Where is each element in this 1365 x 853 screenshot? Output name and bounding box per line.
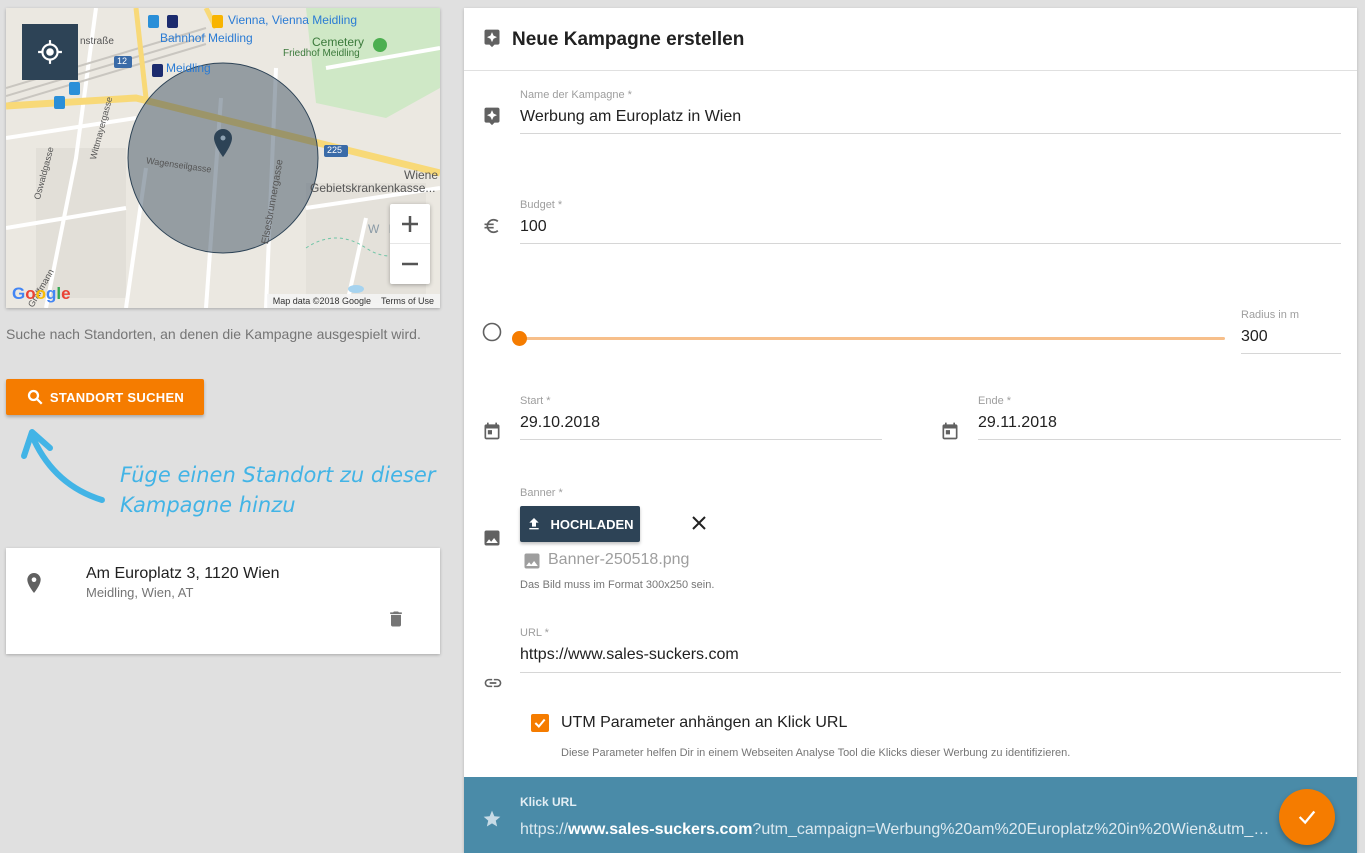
banner-hint: Das Bild muss im Format 300x250 sein. — [520, 579, 715, 591]
banner-file-name: Banner-250518.png — [548, 551, 690, 568]
campaign-name-label: Name der Kampagne * — [520, 89, 632, 101]
utm-checkbox[interactable] — [531, 714, 549, 732]
panel-header: Neue Kampagne erstellen — [464, 8, 1357, 71]
map-data-text: Map data ©2018 Google — [272, 296, 371, 306]
klick-url-value: https://www.sales-suckers.com?utm_campai… — [520, 821, 1275, 839]
google-logo: Google — [12, 284, 71, 303]
standort-suchen-button[interactable]: STANDORT SUCHEN — [6, 379, 204, 415]
map-label: Wiene — [404, 168, 439, 182]
radius-input[interactable]: 300 — [1241, 328, 1268, 346]
map-label: Bahnhof Meidling — [160, 31, 253, 45]
calendar-icon — [942, 422, 958, 440]
klick-url-bar: Klick URL https://www.sales-suckers.com?… — [464, 777, 1357, 853]
map-road-badge: 225 — [327, 145, 343, 155]
klick-url-prefix: https:// — [520, 821, 569, 838]
campaign-name-underline — [520, 133, 1341, 134]
end-date-input[interactable]: 29.11.2018 — [978, 414, 1057, 432]
hint-arrow-icon — [21, 429, 105, 503]
upload-icon — [529, 518, 540, 530]
euro-icon — [484, 218, 499, 234]
hochladen-button[interactable]: HOCHLADEN — [520, 506, 640, 542]
location-address: Am Europlatz 3, 1120 Wien — [86, 565, 280, 582]
radius-circle-icon — [482, 322, 502, 342]
klick-url-query: ?utm_campaign=Werbung%20am%20Europlatz%2… — [752, 821, 1275, 838]
search-icon — [27, 389, 43, 405]
zoom-out-button[interactable] — [390, 244, 430, 284]
locate-me-button[interactable] — [22, 24, 78, 80]
url-underline — [520, 672, 1341, 673]
map-label: Friedhof Meidling — [283, 48, 360, 59]
minus-icon — [402, 262, 418, 266]
submit-fab-button[interactable] — [1279, 789, 1335, 845]
image-icon — [484, 530, 500, 546]
plus-icon — [402, 215, 418, 232]
campaign-name-input[interactable]: Werbung am Europlatz in Wien — [520, 108, 741, 126]
url-input[interactable]: https://www.sales-suckers.com — [520, 646, 739, 664]
check-icon — [1298, 810, 1316, 825]
campaign-name-icon — [484, 107, 500, 126]
page-title: Neue Kampagne erstellen — [512, 29, 745, 50]
search-hint-text: Suche nach Standorten, an denen die Kamp… — [6, 326, 421, 342]
radius-slider-track[interactable] — [520, 337, 1225, 340]
radius-slider-thumb[interactable] — [512, 331, 527, 346]
utm-checkbox-label[interactable]: UTM Parameter anhängen an Klick URL — [561, 714, 847, 732]
map[interactable]: Vienna, Vienna Meidling Bahnhof Meidling… — [6, 8, 440, 308]
hochladen-label: HOCHLADEN — [550, 516, 634, 532]
start-date-underline — [520, 439, 882, 440]
radius-label: Radius in m — [1241, 309, 1300, 321]
link-icon — [484, 678, 502, 688]
budget-underline — [520, 243, 1341, 244]
hint-line-1: Füge einen Standort zu dieser — [120, 463, 436, 487]
calendar-icon — [484, 422, 500, 440]
location-subtitle: Meidling, Wien, AT — [86, 585, 194, 600]
map-label: nstraße — [80, 36, 114, 47]
url-label: URL * — [520, 627, 549, 639]
end-date-underline — [978, 439, 1341, 440]
map-road-badge: 12 — [117, 56, 128, 66]
zoom-control — [390, 204, 430, 284]
banner-label: Banner * — [520, 487, 563, 499]
image-file-icon — [524, 553, 540, 569]
klick-url-domain: www.sales-suckers.com — [568, 821, 753, 838]
delete-location-button[interactable] — [386, 608, 406, 630]
utm-hint: Diese Parameter helfen Dir in einem Webs… — [561, 747, 1071, 759]
check-icon — [534, 718, 546, 729]
crosshair-icon — [38, 40, 62, 64]
campaign-icon — [484, 29, 500, 48]
close-icon[interactable] — [690, 514, 708, 532]
map-label: Gebietskrankenkasse... — [310, 181, 436, 195]
zoom-in-button[interactable] — [390, 204, 430, 244]
location-pin-icon — [27, 573, 41, 593]
hint-text: Füge einen Standort zu dieser Kampagne h… — [120, 460, 435, 520]
map-label: Meidling — [166, 61, 211, 75]
star-icon — [483, 810, 501, 827]
hint-line-2: Kampagne hinzu — [120, 493, 296, 517]
start-date-input[interactable]: 29.10.2018 — [520, 414, 600, 432]
radius-underline — [1241, 353, 1341, 354]
location-card: Am Europlatz 3, 1120 Wien Meidling, Wien… — [6, 548, 440, 654]
end-date-label: Ende * — [978, 395, 1012, 407]
start-date-label: Start * — [520, 395, 551, 407]
campaign-form-panel: Neue Kampagne erstellen Name der Kampagn… — [464, 8, 1357, 853]
map-label: Vienna, Vienna Meidling — [228, 13, 357, 27]
map-attribution: Map data ©2018 Google Terms of Use — [266, 294, 440, 308]
terms-link[interactable]: Terms of Use — [381, 296, 434, 306]
budget-input[interactable]: 100 — [520, 218, 547, 236]
map-label: Cemetery — [312, 35, 365, 49]
standort-suchen-label: STANDORT SUCHEN — [49, 389, 185, 405]
klick-url-label: Klick URL — [520, 795, 577, 809]
budget-label: Budget * — [520, 199, 563, 211]
